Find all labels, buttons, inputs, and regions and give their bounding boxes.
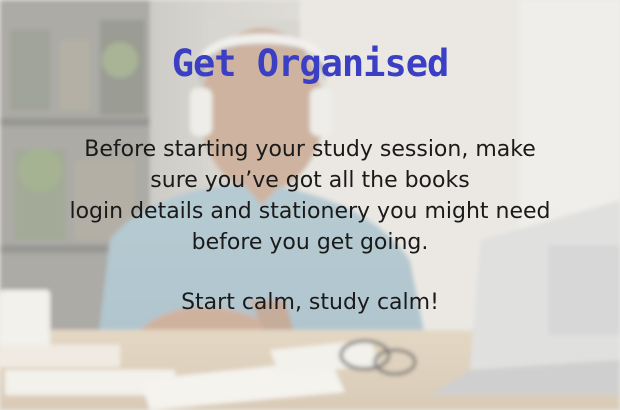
body-line: Before starting your study session, make bbox=[84, 137, 536, 162]
body-line: login details and stationery you might n… bbox=[69, 199, 551, 224]
slide: Get Organised Before starting your study… bbox=[0, 0, 620, 410]
body-line: before you get going. bbox=[191, 230, 429, 255]
closing-line: Start calm, study calm! bbox=[181, 290, 439, 315]
slide-body: Before starting your study session, make… bbox=[20, 134, 600, 258]
slide-content: Get Organised Before starting your study… bbox=[0, 0, 620, 410]
body-line: sure you’ve got all the books bbox=[150, 168, 470, 193]
slide-title: Get Organised bbox=[171, 42, 450, 85]
